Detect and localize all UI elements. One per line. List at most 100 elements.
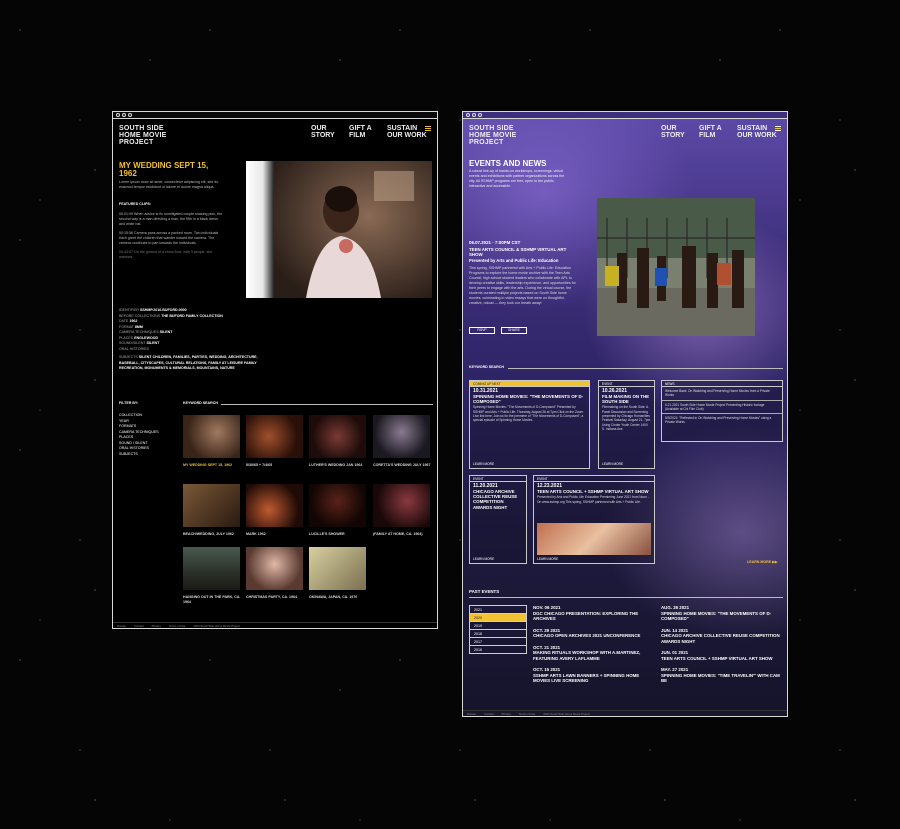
thumb-caption[interactable]: MY WEDDING SEPT 15, 1962 — [183, 463, 243, 468]
past-event-item[interactable]: OCT. 29 2021 CHICAGO OPEN ARCHIVES 2021 U… — [533, 628, 651, 639]
learn-more-link[interactable]: LEARN MORE — [473, 557, 494, 561]
window-dot-icon[interactable] — [116, 113, 120, 117]
share-button[interactable]: SHARE — [501, 327, 527, 334]
footer-link[interactable]: Terms of Use — [519, 712, 535, 716]
footer-copyright: 2024 South Side Home Movie Project — [193, 624, 240, 628]
thumb-caption[interactable]: HANGING OUT IN THE PARK, CA. 1964 — [183, 595, 243, 604]
past-event-item[interactable]: AUG. 26 2021 SPINNING HOME MOVIES: "THE M… — [661, 605, 783, 622]
thumb-image[interactable] — [309, 415, 366, 458]
keyword-search-input[interactable] — [221, 404, 433, 405]
event-card[interactable]: COMING UP NEXT 10.31.2021 SPINNING HOME … — [469, 380, 590, 469]
year-2017[interactable]: 2017 — [470, 638, 526, 646]
clip-item[interactable]: 00:01:09 When advice is fix unmitigated … — [119, 212, 223, 227]
page-intro: A robust line-up of hands-on workshops, … — [469, 169, 565, 188]
window-dot-icon[interactable] — [478, 113, 482, 117]
past-event-item[interactable]: OCT. 21 2021 MAKING RITUALS WORKSHOP WITH… — [533, 645, 651, 662]
thumb-image[interactable] — [183, 484, 240, 527]
thumb-caption[interactable]: MARK 1962 — [246, 532, 306, 537]
site-header: SOUTH SIDE HOME MOVIE PROJECT OUR STORY … — [469, 125, 781, 149]
year-2021[interactable]: 2021 — [470, 606, 526, 614]
past-events-column-right: AUG. 26 2021 SPINNING HOME MOVIES: "THE M… — [661, 605, 783, 684]
thumb-image[interactable] — [246, 484, 303, 527]
site-footer: Donate Contact Privacy Terms of Use 2024… — [113, 622, 437, 628]
thumb-caption[interactable]: LUCILLE'S SHOWER — [309, 532, 369, 537]
past-event-item[interactable]: NOV. 06 2021 DGC CHICAGO PRESENTATION: EX… — [533, 605, 651, 622]
nav-our-story[interactable]: OUR STORY — [661, 125, 689, 139]
past-event-item[interactable]: JUN. 14 2021 CHICAGO ARCHIVE COLLECTIVE R… — [661, 628, 783, 645]
thumb-caption[interactable]: CHRISTMAS PARTY, CA. 1964 — [246, 595, 306, 600]
thumb-image[interactable] — [183, 547, 240, 590]
site-logo[interactable]: SOUTH SIDE HOME MOVIE PROJECT — [119, 125, 179, 146]
year-2016[interactable]: 2016 — [470, 646, 526, 654]
site-header: SOUTH SIDE HOME MOVIE PROJECT OUR STORY … — [119, 125, 431, 149]
video-player[interactable] — [246, 161, 432, 298]
learn-more-link[interactable]: LEARN MORE — [537, 557, 558, 561]
year-filter-list: 2021 2020 2019 2018 2017 2016 — [469, 605, 527, 654]
thumb-caption[interactable]: (FAMILY AT HOME, CA. 1964) — [373, 532, 433, 537]
footer-link[interactable]: Privacy — [502, 712, 511, 716]
event-date: 12.23.2021 — [537, 483, 563, 489]
event-card[interactable]: EVENT 12.23.2021 TEEN ARTS COUNCIL + SSH… — [533, 475, 655, 564]
nav-gift-a-film[interactable]: GIFT A FILM — [349, 125, 377, 139]
thumb-image[interactable] — [246, 547, 303, 590]
thumb-image[interactable] — [373, 484, 430, 527]
footer-link[interactable]: Donate — [467, 712, 476, 716]
past-event-item[interactable]: MAY. 27 2021 SPINNING HOME MOVIES: "TIME … — [661, 667, 783, 684]
year-2018[interactable]: 2018 — [470, 630, 526, 638]
filter-subjects[interactable]: SUBJECTS — [119, 452, 159, 458]
window-dot-icon[interactable] — [466, 113, 470, 117]
year-2019[interactable]: 2019 — [470, 622, 526, 630]
window-dot-icon[interactable] — [128, 113, 132, 117]
keyword-search-input[interactable] — [508, 368, 783, 369]
thumb-caption[interactable]: CORETTA'S WEDDING JULY 1967 — [373, 463, 433, 468]
thumb-image[interactable] — [183, 415, 240, 458]
featured-event-date: 06.07.2021 · 7:00pm CST — [469, 240, 521, 245]
thumb-caption[interactable]: BEACH/WEDDING, JULY 1962 — [183, 532, 243, 537]
nav-our-story[interactable]: OUR STORY — [311, 125, 339, 139]
thumb-caption[interactable]: LUTHER'S WEDDING JAN 1964 — [309, 463, 369, 468]
past-event-item[interactable]: OCT. 15 2021 SSHMP ARTS LAWN BANNERS + SP… — [533, 667, 651, 684]
event-card[interactable]: EVENT 10.26.2021 FILM MAKING ON THE SOUT… — [598, 380, 655, 469]
site-footer: Donate Contact Privacy Terms of Use 2024… — [463, 710, 787, 716]
featured-clips-label: FEATURED CLIPS: — [119, 202, 152, 206]
learn-more-link[interactable]: LEARN MORE — [602, 462, 623, 466]
clip-item[interactable]: 00:15:56 Camera pans across a packed roo… — [119, 231, 223, 246]
thumb-caption[interactable]: 5/30/65 + 7/4/65 — [246, 463, 306, 468]
menu-icon[interactable] — [425, 126, 431, 131]
main-nav: OUR STORY GIFT A FILM SUSTAIN OUR WORK — [661, 125, 781, 139]
nav-gift-a-film[interactable]: GIFT A FILM — [699, 125, 727, 139]
thumb-image[interactable] — [309, 484, 366, 527]
thumb-image[interactable] — [309, 547, 366, 590]
year-2020[interactable]: 2020 — [470, 614, 526, 622]
clip-item[interactable]: 00:43:07 On the ground of a cross floor,… — [119, 250, 223, 260]
keyword-search-label: KEYWORD SEARCH — [183, 401, 218, 405]
menu-icon[interactable] — [775, 126, 781, 131]
news-item[interactable]: Welcome Back: On Watching and Preserving… — [662, 387, 782, 401]
footer-link[interactable]: Privacy — [152, 624, 161, 628]
event-card[interactable]: EVENT 11.20.2021 CHICAGO ARCHIVE COLLECT… — [469, 475, 527, 564]
thumb-caption[interactable]: OKINAWA, JAPAN, CA. 1976 — [309, 595, 369, 600]
news-item[interactable]: 6.21.2021 South Side Home Movie Project … — [662, 401, 782, 415]
footer-link[interactable]: Terms of Use — [169, 624, 185, 628]
learn-more-link[interactable]: LEARN MORE — [473, 462, 494, 466]
footer-link[interactable]: Contact — [134, 624, 144, 628]
thumb-image[interactable] — [246, 415, 303, 458]
event-title: FILM MAKING ON THE SOUTH SIDE — [602, 394, 650, 405]
film-metadata: IDENTIFIER SSHMP.2016.BUFORD.0000 BEFORE… — [119, 308, 269, 372]
window-dot-icon[interactable] — [122, 113, 126, 117]
news-item[interactable]: 5/3/2021: "Reflected in On Watching and … — [662, 414, 782, 427]
site-logo[interactable]: SOUTH SIDE HOME MOVIE PROJECT — [469, 125, 529, 146]
rsvp-button[interactable]: RSVP — [469, 327, 495, 334]
past-events-column-left: NOV. 06 2021 DGC CHICAGO PRESENTATION: EX… — [533, 605, 651, 684]
featured-event-subtitle: Presented by Arts and Public Life: Educa… — [469, 258, 559, 263]
footer-link[interactable]: Contact — [484, 712, 494, 716]
event-title: SPINNING HOME MOVIES: "THE MOVEMENTS OF … — [473, 394, 584, 405]
thumb-image[interactable] — [373, 415, 430, 458]
learn-more-all-link[interactable]: LEARN MORE ▶▶ — [747, 560, 778, 564]
film-intro: Lorem ipsum dolor sit amet, consectetur … — [119, 180, 219, 189]
past-event-item[interactable]: JUN. 01 2021 TEEN ARTS COUNCIL + SSHMP VI… — [661, 650, 783, 661]
event-date: 10.31.2021 — [473, 388, 499, 394]
footer-link[interactable]: Donate — [117, 624, 126, 628]
featured-event-title[interactable]: TEEN ARTS COUNCIL & SSHMP VIRTUAL ART SH… — [469, 247, 579, 257]
window-dot-icon[interactable] — [472, 113, 476, 117]
